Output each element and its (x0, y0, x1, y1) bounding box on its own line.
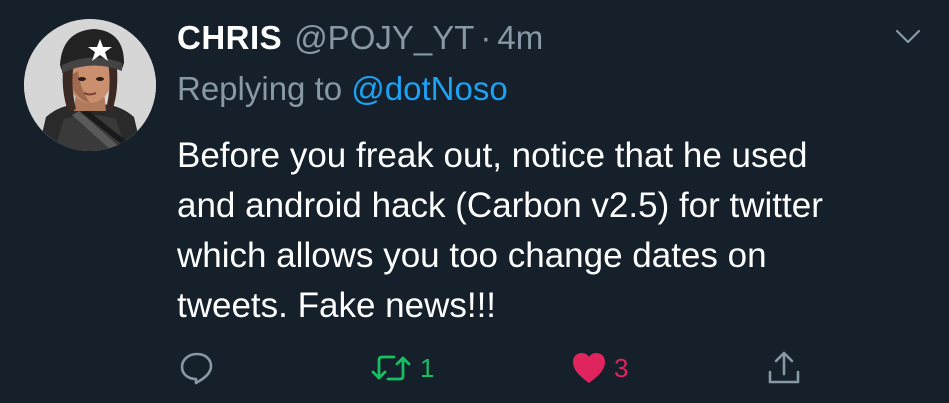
tweet-actions: 1 3 (0, 346, 949, 390)
share-upload-icon (768, 351, 800, 384)
timestamp[interactable]: 4m (497, 19, 543, 57)
tweet-text: Before you freak out, notice that he use… (177, 131, 917, 331)
like-count: 3 (614, 352, 629, 383)
replying-to-link[interactable]: @dotNoso (351, 70, 507, 107)
retweet-button[interactable]: 1 (368, 346, 434, 390)
avatar-image (24, 19, 156, 151)
chevron-down-icon (895, 29, 921, 44)
tweet-text-line: tweets. Fake news!!! (177, 286, 497, 325)
avatar[interactable] (24, 19, 156, 151)
tweet-text-line: and android hack (Carbon v2.5) for twitt… (177, 186, 823, 225)
separator-dot: · (480, 19, 492, 56)
replying-to-label: Replying to (177, 70, 343, 107)
reply-button[interactable] (177, 346, 217, 390)
heart-icon (573, 353, 605, 383)
tweet-text-line: Before you freak out, notice that he use… (177, 136, 808, 175)
like-button[interactable]: 3 (570, 346, 628, 390)
tweet-text-line: which allows you too change dates on (177, 236, 767, 275)
tweet-card[interactable]: CHRIS @POJY_YT · 4m Replying to @dotNoso… (0, 0, 949, 403)
retweet-arrows-icon (371, 355, 411, 381)
replying-to-line: Replying to @dotNoso (177, 70, 508, 108)
display-name[interactable]: CHRIS (177, 19, 282, 57)
share-button[interactable] (764, 346, 804, 390)
retweet-count: 1 (420, 352, 435, 383)
tweet-header: CHRIS @POJY_YT · 4m (177, 14, 543, 62)
user-handle[interactable]: @POJY_YT (294, 19, 474, 57)
reply-bubble-icon (180, 352, 213, 385)
tweet-menu-button[interactable] (893, 26, 923, 48)
